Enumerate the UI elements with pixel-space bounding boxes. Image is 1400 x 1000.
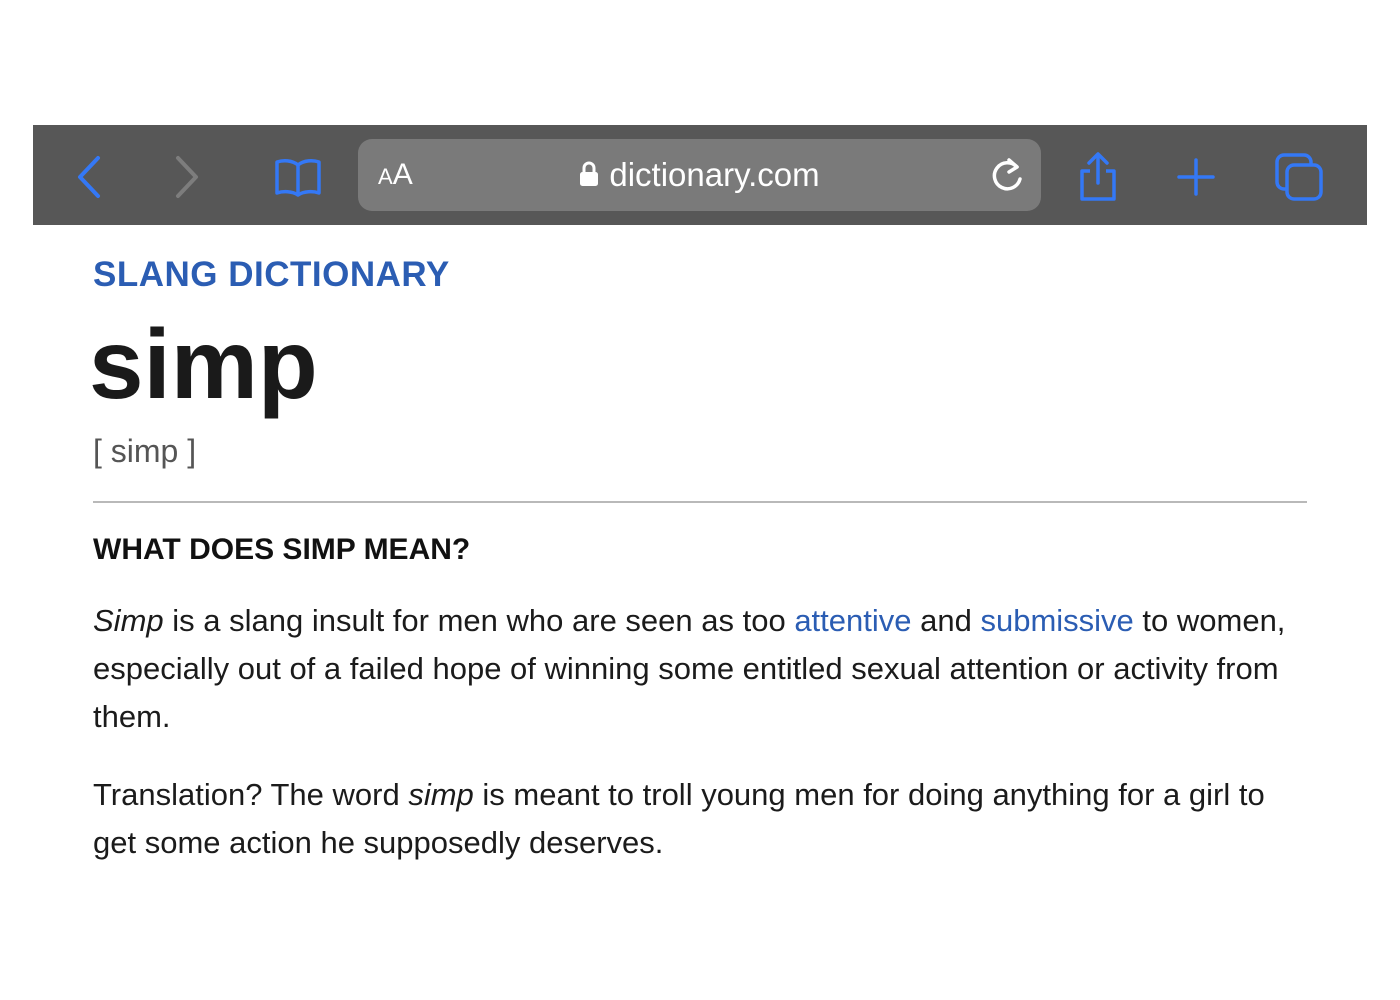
submissive-link[interactable]: submissive [980,603,1133,638]
web-page: SLANG DICTIONARY simp [ simp ] WHAT DOES… [33,225,1367,875]
address-bar[interactable]: AA dictionary.com [358,139,1041,211]
forward-icon [176,156,198,198]
slang-dictionary-link[interactable]: SLANG DICTIONARY [93,255,450,295]
new-tab-icon [1177,158,1215,196]
reload-icon [992,158,1022,191]
divider [93,501,1307,503]
headword-title: simp [89,309,318,419]
reload-button[interactable] [987,155,1027,195]
url-text: dictionary.com [609,156,820,193]
bookmarks-button[interactable] [272,151,324,203]
forward-button[interactable] [161,151,213,203]
bookmarks-icon [275,159,321,197]
browser-toolbar: AA dictionary.com [33,125,1367,225]
translation-paragraph: Translation? The word simp is meant to t… [93,777,1265,860]
new-tab-button[interactable] [1170,151,1222,203]
share-button[interactable] [1072,151,1124,203]
back-button[interactable] [63,151,115,203]
term-emphasis: Simp [93,603,164,638]
section-title: WHAT DOES SIMP MEAN? [93,533,471,566]
pronunciation: [ simp ] [93,433,197,469]
attentive-link[interactable]: attentive [794,603,911,638]
tabs-icon [1275,153,1323,201]
lock-icon [580,161,599,187]
back-icon [78,156,100,198]
share-icon [1080,152,1116,201]
browser-window: AA dictionary.com SLANG DICTIONARY simp … [33,125,1367,875]
tabs-overview-button[interactable] [1273,151,1325,203]
definition-paragraph: Simp is a slang insult for men who are s… [93,603,1286,734]
term-emphasis: simp [408,777,474,812]
